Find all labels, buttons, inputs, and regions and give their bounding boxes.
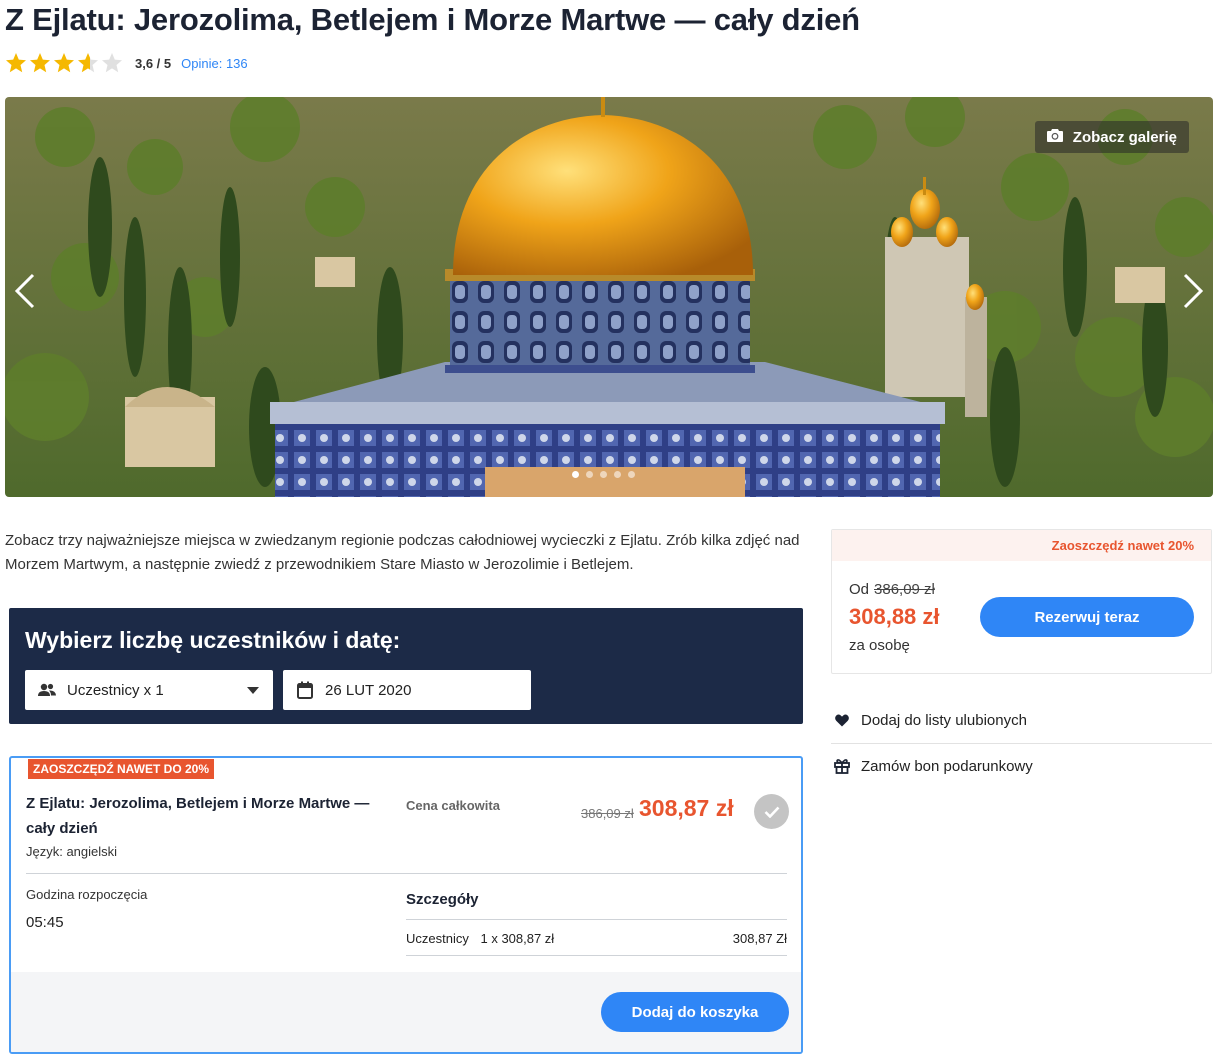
divider	[831, 743, 1212, 744]
date-value: 26 LUT 2020	[325, 681, 412, 699]
booking-box: Zaoszczędź nawet 20% Od 386,09 zł 308,88 …	[831, 529, 1212, 674]
total-price-label: Cena całkowita	[406, 798, 500, 813]
booking-old-price: 386,09 zł	[874, 581, 935, 598]
offer-new-price: 308,87 zł	[639, 795, 734, 821]
camera-icon	[1046, 128, 1063, 146]
price-from: Od 386,09 zł	[849, 581, 935, 598]
from-label: Od	[849, 581, 870, 598]
participants-price-row: Uczestnicy 1 x 308,87 zł 308,87 Zł	[406, 931, 787, 946]
star-icon	[6, 53, 26, 73]
add-to-cart-button[interactable]: Dodaj do koszyka	[601, 992, 789, 1032]
start-time-label: Godzina rozpoczęcia	[26, 887, 148, 902]
calendar-icon	[295, 680, 315, 700]
offer-footer: Dodaj do koszyka	[11, 972, 801, 1052]
offer-name: Z Ejlatu: Jerozolima, Betlejem i Morze M…	[26, 795, 370, 837]
star-icon	[78, 53, 98, 73]
participants-row-label: Uczestnicy	[406, 931, 469, 946]
booking-price: 308,88 zł	[849, 604, 940, 629]
offer-discount-badge: ZAOSZCZĘDŹ NAWET DO 20%	[28, 759, 215, 779]
save-banner: Zaoszczędź nawet 20%	[832, 530, 1211, 561]
heart-icon	[833, 711, 851, 729]
check-icon	[764, 806, 779, 818]
offer-select-check[interactable]	[754, 794, 789, 829]
participants-row-qty: 1 x 308,87 zł	[480, 931, 555, 946]
gift-icon	[833, 757, 851, 775]
participants-row-sum: 308,87 Zł	[732, 931, 787, 946]
book-now-button[interactable]: Rezerwuj teraz	[980, 597, 1194, 637]
per-person-label: za osobę	[849, 637, 910, 654]
offer-language: Język: angielski	[26, 844, 118, 859]
gallery-dot[interactable]	[586, 471, 593, 478]
star-icon	[54, 53, 74, 73]
gift-label: Zamów bon podarunkowy	[861, 757, 1033, 775]
hero-gallery[interactable]: Zobacz galerię	[5, 97, 1213, 497]
gallery-dots	[572, 471, 635, 478]
see-gallery-button[interactable]: Zobacz galerię	[1034, 121, 1189, 153]
favorites-label: Dodaj do listy ulubionych	[861, 711, 1027, 729]
intro-text: Zobacz trzy najważniejsze miejsca w zwie…	[5, 532, 800, 573]
divider	[406, 955, 787, 956]
gift-voucher-link[interactable]: Zamów bon podarunkowy	[833, 755, 1033, 777]
rating-row: 3,6 / 5 Opinie: 136	[5, 51, 248, 75]
details-label: Szczegóły	[406, 891, 479, 908]
participants-value: Uczestnicy x 1	[67, 681, 164, 699]
reviews-link[interactable]: Opinie: 136	[181, 56, 248, 71]
offer-card[interactable]: ZAOSZCZĘDŹ NAWET DO 20% Z Ejlatu: Jerozo…	[9, 756, 803, 1054]
participants-select[interactable]: Uczestnicy x 1	[25, 670, 273, 710]
see-gallery-label: Zobacz galerię	[1072, 128, 1177, 146]
gallery-dot[interactable]	[572, 471, 579, 478]
star-icon	[102, 53, 122, 73]
divider	[406, 919, 787, 920]
gallery-next-arrow[interactable]	[1175, 269, 1211, 313]
hero-image-dome-of-the-rock	[5, 97, 1213, 497]
date-field[interactable]: 26 LUT 2020	[283, 670, 531, 710]
users-icon	[37, 680, 57, 700]
offer-old-price: 386,09 zł	[581, 806, 634, 821]
divider	[26, 873, 787, 874]
start-time-value: 05:45	[26, 914, 64, 931]
chevron-right-icon	[1183, 273, 1204, 309]
participants-date-picker: Wybierz liczbę uczestników i datę: Uczes…	[9, 608, 803, 724]
add-to-favorites-link[interactable]: Dodaj do listy ulubionych	[833, 709, 1027, 731]
gallery-dot[interactable]	[628, 471, 635, 478]
star-icon	[30, 53, 50, 73]
chevron-left-icon	[14, 273, 35, 309]
chevron-down-icon	[247, 687, 259, 694]
gallery-dot[interactable]	[600, 471, 607, 478]
gallery-dot[interactable]	[614, 471, 621, 478]
rating-value: 3,6 / 5	[135, 55, 172, 71]
picker-title: Wybierz liczbę uczestników i datę:	[25, 627, 401, 653]
gallery-prev-arrow[interactable]	[7, 269, 43, 313]
rating-stars	[5, 52, 123, 74]
page-title: Z Ejlatu: Jerozolima, Betlejem i Morze M…	[5, 2, 860, 37]
